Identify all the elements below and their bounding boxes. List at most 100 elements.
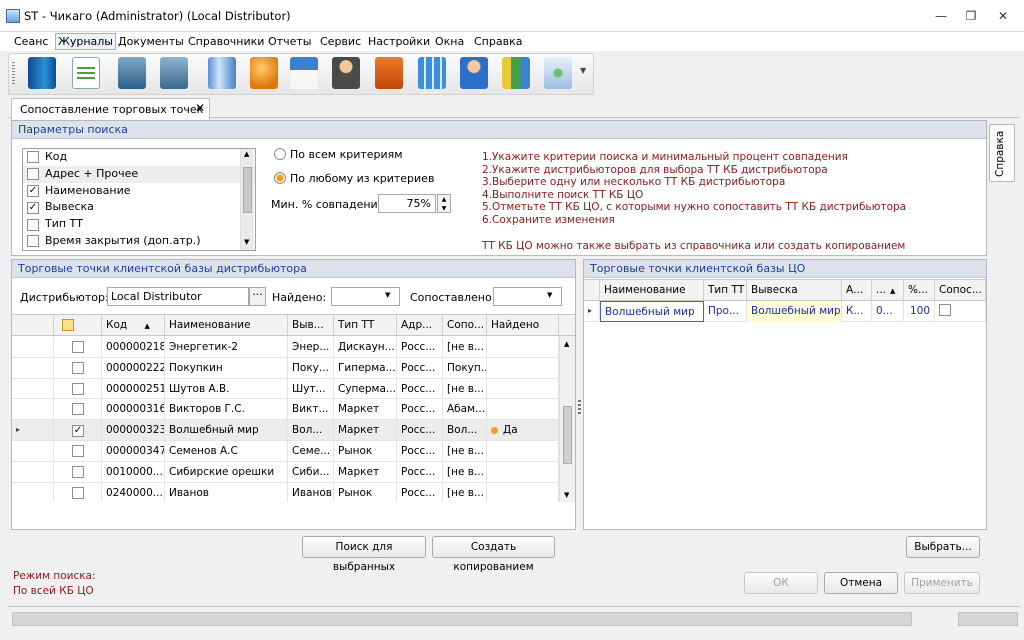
cell-match[interactable]: [не в... <box>443 337 487 358</box>
cell-b[interactable]: 0... <box>872 301 904 322</box>
cell-addr[interactable]: Росс... <box>397 337 443 358</box>
select-all-col[interactable] <box>54 315 102 336</box>
cell-addr[interactable]: Росс... <box>397 420 443 441</box>
cell-sign[interactable]: Вол... <box>288 420 334 441</box>
scroll-down-icon[interactable]: ▼ <box>244 238 249 246</box>
table-row[interactable]: ▸ Волшебный мир Про... Волшебный мир К..… <box>584 301 986 322</box>
person-icon[interactable] <box>460 57 488 89</box>
row-select-cell[interactable] <box>54 337 102 358</box>
cell-addr[interactable]: Росс... <box>397 482 443 502</box>
cell-name[interactable]: Шутов А.В. <box>165 378 288 400</box>
tab-outlet-matching[interactable]: Сопоставление торговых точек ✕ <box>11 98 210 120</box>
checklist-icon[interactable] <box>77 64 95 82</box>
cell-found[interactable] <box>487 482 559 502</box>
col-sign[interactable]: Выв... <box>288 315 334 336</box>
select-button[interactable]: Выбрать... <box>906 536 980 558</box>
chevron-down-icon[interactable]: ▼ <box>385 291 390 299</box>
settings-icon[interactable] <box>544 57 572 89</box>
cell-sign[interactable]: Иванов <box>288 482 334 502</box>
cell-name[interactable]: Покупкин <box>165 357 288 379</box>
row-select-cell[interactable] <box>54 399 102 421</box>
cell-code[interactable]: 000000316 <box>102 399 165 421</box>
checkbox-checked[interactable]: ✓ <box>27 201 39 214</box>
cell-match[interactable]: [не в... <box>443 461 487 483</box>
col-name[interactable]: Наименование <box>600 280 704 301</box>
box-icon[interactable] <box>375 57 403 89</box>
menu-service[interactable]: Сервис <box>318 34 363 49</box>
col-matched[interactable]: Сопо... <box>443 315 487 336</box>
table-row[interactable]: 0240000... Иванов Иванов Рынок Росс... [не в.… <box>12 482 559 502</box>
row-select-cell[interactable] <box>54 357 102 379</box>
cell-addr[interactable]: Росс... <box>397 357 443 379</box>
cell-found[interactable] <box>487 399 559 421</box>
bar-chart-icon[interactable] <box>502 57 530 89</box>
truck-icon[interactable] <box>208 57 236 89</box>
cell-match[interactable] <box>935 301 986 322</box>
menu-windows[interactable]: Окна <box>433 34 466 49</box>
search-selected-button[interactable]: Поиск для выбранных <box>302 536 426 573</box>
toolbar-grip[interactable] <box>12 62 15 86</box>
grid-scrollbar[interactable]: ▲ ▼ <box>559 336 575 502</box>
close-icon[interactable]: ✕ <box>994 8 1012 24</box>
cell-found[interactable] <box>487 461 559 483</box>
cell-sign[interactable]: Шут... <box>288 378 334 400</box>
menu-directories[interactable]: Справочники <box>186 34 266 49</box>
cell-type[interactable]: Маркет <box>334 461 397 483</box>
menu-reports[interactable]: Отчеты <box>266 34 313 49</box>
help-side-tab[interactable]: Справка <box>989 124 1015 182</box>
col-code[interactable]: Код ▲ <box>102 315 165 336</box>
cell-code[interactable]: 000000218 <box>102 337 165 358</box>
cell-sign[interactable]: Энер... <box>288 337 334 358</box>
criterion-closing-time[interactable]: Время закрытия (доп.атр.) <box>23 233 255 250</box>
table-row[interactable]: 000000218 Энергетик-2 Энер... Дискаун... Рос… <box>12 337 559 358</box>
table-row[interactable]: 000000251 Шутов А.В. Шут... Суперма... Росс.… <box>12 378 559 400</box>
create-by-copy-button[interactable]: Создать копированием <box>432 536 555 573</box>
checkbox[interactable] <box>72 486 84 499</box>
cell-sign[interactable]: Сиби... <box>288 461 334 483</box>
criteria-scrollbar[interactable]: ▲ ▼ <box>240 149 254 250</box>
cell-match[interactable]: [не в... <box>443 441 487 462</box>
checkbox[interactable] <box>72 361 84 374</box>
cell-name[interactable]: Иванов <box>165 482 288 502</box>
criterion-type[interactable]: Тип ТТ <box>23 216 255 233</box>
checkbox[interactable] <box>72 445 84 457</box>
col-found[interactable]: Найдено <box>487 315 559 336</box>
cell-code[interactable]: 000000347 <box>102 441 165 462</box>
table-row[interactable]: ▸ ✓ 000000323 Волшебный мир Вол... Маркет Росс… <box>12 420 559 441</box>
checkbox-checked[interactable]: ✓ <box>27 184 39 197</box>
criterion-name[interactable]: ✓ Наименование <box>23 183 255 200</box>
cell-name[interactable]: Сибирские орешки <box>165 461 288 483</box>
cell-match[interactable]: Покуп... <box>443 357 487 379</box>
cell-code[interactable]: 000000251 <box>102 378 165 400</box>
cell-found[interactable] <box>487 441 559 462</box>
cell-found[interactable] <box>487 378 559 400</box>
export-icon[interactable] <box>118 57 146 89</box>
min-match-spinner[interactable]: ▲ ▼ <box>437 194 451 213</box>
cell-name[interactable]: Волшебный мир <box>165 420 288 441</box>
cell-match[interactable]: [не в... <box>443 378 487 400</box>
cell-name[interactable]: Семенов А.С <box>165 441 288 462</box>
row-select-cell[interactable] <box>54 441 102 462</box>
tab-close-icon[interactable]: ✕ <box>195 101 205 115</box>
checkbox[interactable] <box>72 382 84 395</box>
cell-sign[interactable]: Поку... <box>288 357 334 379</box>
col-address[interactable]: Адр... <box>397 315 443 336</box>
checkbox[interactable] <box>72 341 84 353</box>
checkbox[interactable] <box>72 465 84 478</box>
col-b[interactable]: ... ▲ <box>872 280 904 301</box>
row-select-cell[interactable] <box>54 461 102 483</box>
cell-type[interactable]: Дискаун... <box>334 337 397 358</box>
ok-button[interactable]: ОК <box>744 572 818 594</box>
row-select-cell[interactable] <box>54 378 102 400</box>
cell-type[interactable]: Маркет <box>334 399 397 421</box>
book-icon[interactable] <box>28 57 56 89</box>
horizontal-scrollbar[interactable] <box>12 612 912 626</box>
table-row[interactable]: 0010000... Сибирские орешки Сиби... Маркет Р… <box>12 461 559 483</box>
cell-name[interactable]: Викторов Г.С. <box>165 399 288 421</box>
checkbox[interactable] <box>27 235 39 248</box>
menu-documents[interactable]: Документы <box>116 34 186 49</box>
cell-type[interactable]: Про... <box>704 301 747 322</box>
toolbar-overflow-icon[interactable]: ▼ <box>580 66 586 75</box>
menu-journals[interactable]: Журналы <box>55 33 116 50</box>
cell-addr[interactable]: Росс... <box>397 378 443 400</box>
